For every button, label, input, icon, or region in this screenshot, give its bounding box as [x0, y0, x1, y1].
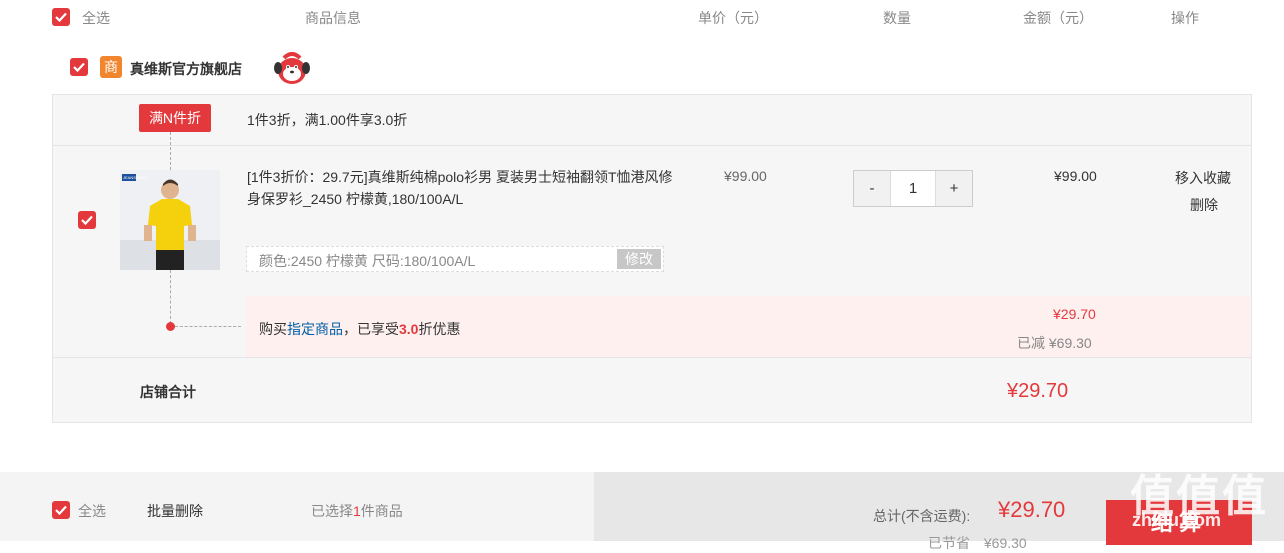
shop-checkbox[interactable]	[70, 58, 88, 76]
promo-connector-line	[170, 270, 171, 324]
selected-count-text: 已选择1件商品	[311, 501, 403, 521]
discount-message: 购买指定商品，已享受3.0折优惠	[259, 319, 460, 339]
saved-label: 已节省	[928, 535, 970, 551]
action-header: 操作	[1171, 10, 1199, 26]
qty-plus-button[interactable]: +	[936, 171, 972, 206]
selected-count: 1	[353, 503, 361, 519]
shop-badge-icon: 商	[100, 56, 122, 78]
item-subtotal: ¥99.00	[1054, 168, 1097, 184]
card-divider	[53, 357, 1251, 358]
move-to-favorites-link[interactable]: 移入收藏	[1175, 168, 1231, 188]
product-spec: 颜色:2450 柠檬黄 尺码:180/100A/L 修改	[246, 246, 664, 272]
unit-price: ¥99.00	[724, 168, 767, 184]
select-all-label[interactable]: 全选	[82, 8, 110, 28]
discount-link[interactable]: 指定商品	[287, 321, 343, 337]
spec-edit-button[interactable]: 修改	[617, 249, 661, 269]
discount-rate: 3.0	[399, 321, 419, 337]
discount-suffix: 折优惠	[418, 321, 461, 337]
product-title[interactable]: [1件3折价：29.7元]真维斯纯棉polo衫男 夏装男士短袖翻领T恤港风修身保…	[247, 166, 677, 210]
shop-name[interactable]: 真维斯官方旗舰店	[130, 59, 242, 79]
quantity-header: 数量	[883, 10, 911, 26]
selected-prefix: 已选择	[311, 503, 353, 519]
saved-value: ¥69.30	[983, 535, 1027, 551]
promo-connector-line	[170, 132, 171, 170]
item-checkbox[interactable]	[78, 211, 96, 229]
discount-prefix: 购买	[259, 321, 287, 337]
spec-text: 颜色:2450 柠檬黄 尺码:180/100A/L	[259, 253, 476, 269]
promotion-desc: 1件3折，满1.00件享3.0折	[247, 112, 408, 128]
product-image	[120, 170, 220, 270]
discount-saved: 已减 ¥69.30	[1017, 335, 1092, 351]
qty-minus-button[interactable]: -	[854, 171, 890, 206]
quantity-stepper: - 1 +	[853, 170, 973, 207]
discount-final-price: ¥29.70	[1053, 306, 1096, 322]
batch-delete-button[interactable]: 批量删除	[147, 501, 203, 521]
jd-joy-mascot-icon[interactable]	[272, 52, 312, 86]
total-value: ¥29.70	[998, 497, 1066, 522]
product-thumbnail[interactable]: JEANSWEST	[120, 170, 220, 270]
amount-header: 金额（元）	[1023, 10, 1093, 26]
discount-middle: ，已享受	[343, 321, 399, 337]
shop-total-label: 店铺合计	[140, 384, 196, 400]
promo-dot	[166, 322, 175, 331]
unit-price-header: 单价（元）	[698, 10, 768, 26]
product-info-header: 商品信息	[305, 10, 361, 26]
qty-input[interactable]: 1	[890, 171, 936, 206]
promo-connector-line	[175, 326, 241, 327]
thumb-brand: JEANSWEST	[123, 175, 148, 180]
saved-label-partial: 已节省 ¥69.30	[928, 533, 1027, 553]
shop-total-value: ¥29.70	[1007, 380, 1069, 402]
delete-link[interactable]: 删除	[1190, 195, 1218, 215]
card-divider	[53, 145, 1251, 146]
promotion-tag: 满N件折	[139, 104, 211, 132]
footer-select-all-checkbox[interactable]	[52, 501, 70, 519]
select-all-checkbox[interactable]	[52, 8, 70, 26]
watermark-text: zhihu.com	[1132, 510, 1221, 530]
selected-suffix: 件商品	[360, 503, 403, 519]
footer-select-all-label[interactable]: 全选	[78, 501, 106, 521]
total-label: 总计(不含运费):	[873, 508, 971, 524]
